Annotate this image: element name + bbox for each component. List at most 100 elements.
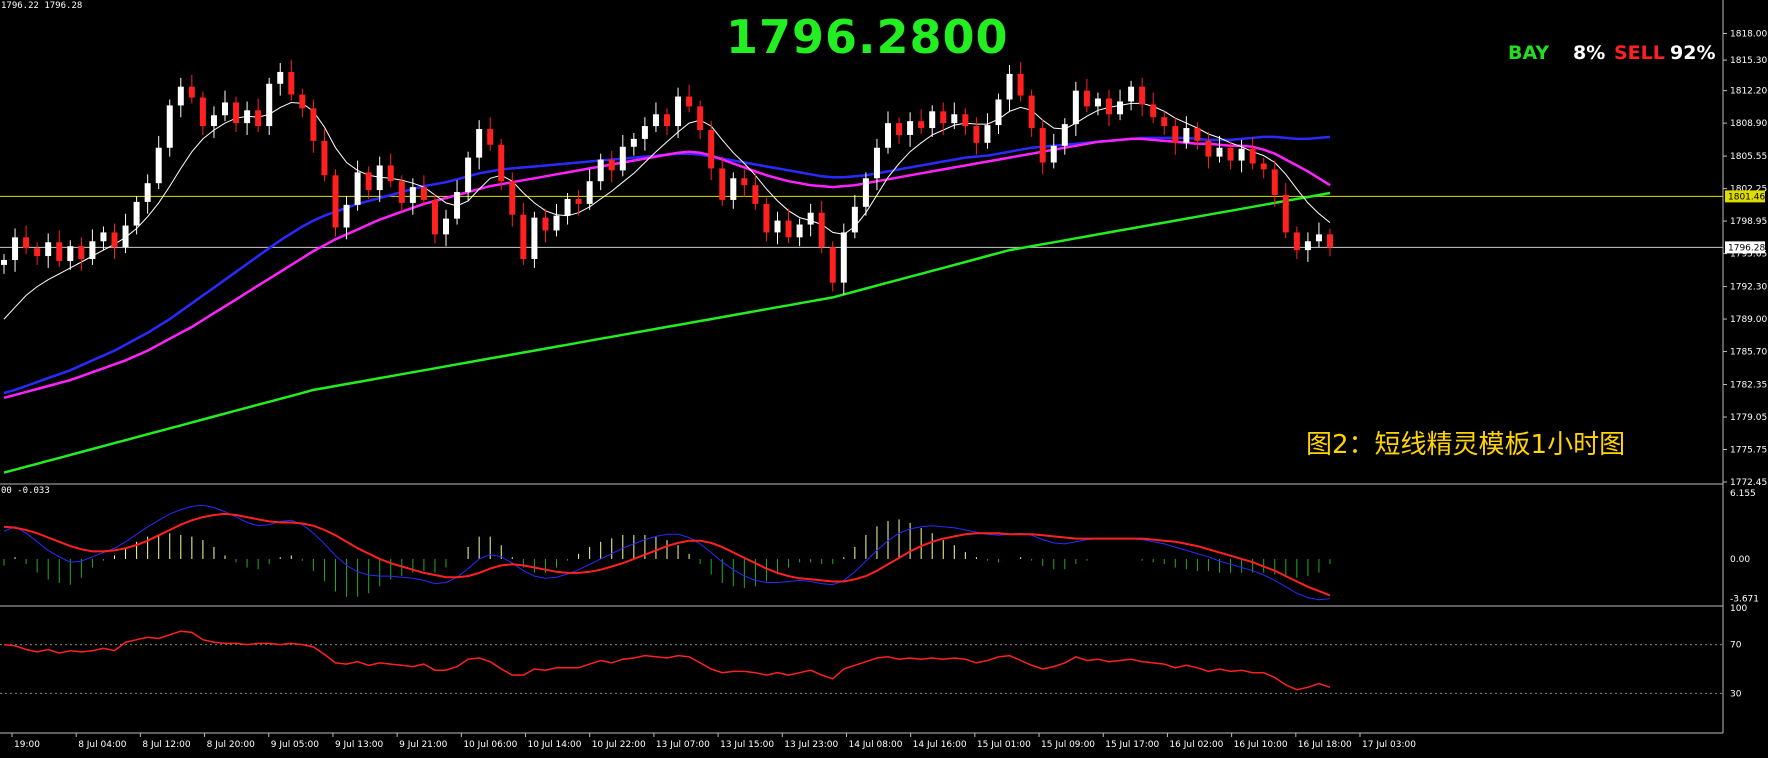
candle-body	[851, 206, 858, 233]
candle-body	[1061, 124, 1068, 146]
candle-body	[1128, 86, 1135, 102]
x-tick-label: 14 Jul 08:00	[848, 740, 902, 750]
candle-body	[697, 106, 704, 131]
candle-body	[155, 147, 162, 184]
x-tick-label: 17 Jul 03:00	[1362, 740, 1416, 750]
candle-body	[885, 123, 891, 148]
y-tick-label: 1782.35	[1730, 381, 1767, 391]
candle-body	[984, 125, 991, 143]
candle-body	[708, 130, 715, 169]
candle-body	[1315, 234, 1322, 242]
macd-tick-label: -3.671	[1730, 594, 1759, 604]
ma-series-line	[3, 101, 1331, 320]
candle-body	[89, 241, 96, 259]
candle-body	[144, 183, 151, 202]
candle-body	[465, 157, 472, 193]
candle-body	[409, 187, 416, 203]
candle-body	[122, 225, 129, 248]
candle-body	[222, 102, 228, 116]
current-price-tag-text: 1796.28	[1728, 243, 1765, 253]
candle-body	[67, 246, 74, 261]
x-tick-label: 9 Jul 05:00	[271, 740, 320, 750]
candle-body	[1327, 234, 1333, 248]
candle-body	[1172, 126, 1179, 143]
candle-body	[1050, 145, 1057, 163]
candle-body	[111, 232, 118, 248]
current-price-display: 1796.2800	[726, 10, 1009, 64]
candle-body	[233, 102, 240, 124]
candle-body	[1205, 140, 1212, 157]
macd-tick-label: 6.155	[1730, 489, 1756, 499]
candle-body	[387, 165, 394, 182]
candle-body	[1106, 98, 1112, 115]
candle-body	[188, 86, 195, 98]
candle-body	[630, 138, 637, 147]
x-tick-label: 10 Jul 22:00	[592, 740, 646, 750]
sell-ratio-label: SELL	[1614, 42, 1665, 64]
candle-body	[56, 242, 63, 261]
candle-body	[365, 172, 372, 191]
y-tick-label: 1805.55	[1730, 152, 1767, 162]
candle-body	[78, 246, 85, 259]
y-tick-label: 1812.20	[1730, 87, 1767, 97]
candle-body	[896, 123, 903, 135]
candle-body	[619, 146, 626, 171]
candle-body	[420, 187, 427, 200]
candle-body	[177, 86, 184, 106]
y-tick-label: 1818.00	[1730, 30, 1767, 40]
candle-body	[664, 114, 670, 127]
candle-body	[1094, 98, 1101, 107]
candle-body	[1249, 148, 1256, 164]
x-tick-label: 15 Jul 01:00	[977, 740, 1031, 750]
candle-body	[1194, 128, 1201, 141]
sell-ratio-value: 92%	[1670, 42, 1716, 64]
candle-body	[597, 159, 604, 182]
candle-body	[575, 198, 582, 204]
chart-canvas: 1818.001815.301812.201808.901805.551802.…	[0, 0, 1767, 750]
x-tick-label: 16 Jul 10:00	[1234, 740, 1288, 750]
candle-body	[45, 242, 52, 257]
candle-body	[354, 172, 361, 205]
candle-body	[862, 178, 869, 207]
x-tick-label: 9 Jul 13:00	[335, 740, 384, 750]
candle-body	[719, 168, 726, 200]
rsi-tick-label: 30	[1730, 689, 1742, 699]
candle-body	[1039, 128, 1046, 163]
candle-body	[995, 99, 1002, 126]
candle-body	[1072, 90, 1079, 125]
candle-body	[686, 96, 693, 107]
candle-body	[873, 147, 880, 179]
level-price-tag-text: 1801.46	[1728, 192, 1765, 202]
candle-body	[951, 114, 958, 124]
candle-body	[608, 159, 615, 171]
x-tick-label: 8 Jul 04:00	[78, 740, 127, 750]
y-tick-label: 1789.00	[1730, 315, 1767, 325]
candle-body	[1216, 147, 1223, 157]
ma-series-line	[3, 135, 1331, 395]
candle-body	[321, 140, 328, 176]
candle-body	[1161, 117, 1168, 127]
candle-body	[310, 108, 317, 141]
candle-body	[564, 198, 571, 216]
candle-body	[1238, 148, 1245, 161]
candle-body	[343, 204, 350, 228]
buy-ratio-label: BAY	[1508, 42, 1550, 64]
candle-body	[454, 192, 461, 219]
candle-body	[266, 83, 273, 127]
x-tick-label: 8 Jul 12:00	[142, 740, 191, 750]
x-tick-label: 14 Jul 16:00	[913, 740, 967, 750]
x-tick-label: 9 Jul 21:00	[399, 740, 448, 750]
candle-body	[299, 94, 306, 109]
candle-body	[675, 96, 682, 127]
candle-body	[1293, 232, 1300, 251]
chart-caption: 图2：短线精灵模板1小时图	[1306, 430, 1626, 460]
x-tick-label: 10 Jul 14:00	[528, 740, 582, 750]
candle-body	[586, 181, 593, 204]
candle-body	[1304, 241, 1311, 251]
candle-body	[431, 199, 438, 235]
candle-body	[840, 232, 847, 283]
x-tick-label: 16 Jul 18:00	[1298, 740, 1352, 750]
macd-readout: 00 -0.033	[1, 486, 50, 496]
candle-body	[1139, 86, 1146, 105]
candle-body	[520, 214, 527, 259]
